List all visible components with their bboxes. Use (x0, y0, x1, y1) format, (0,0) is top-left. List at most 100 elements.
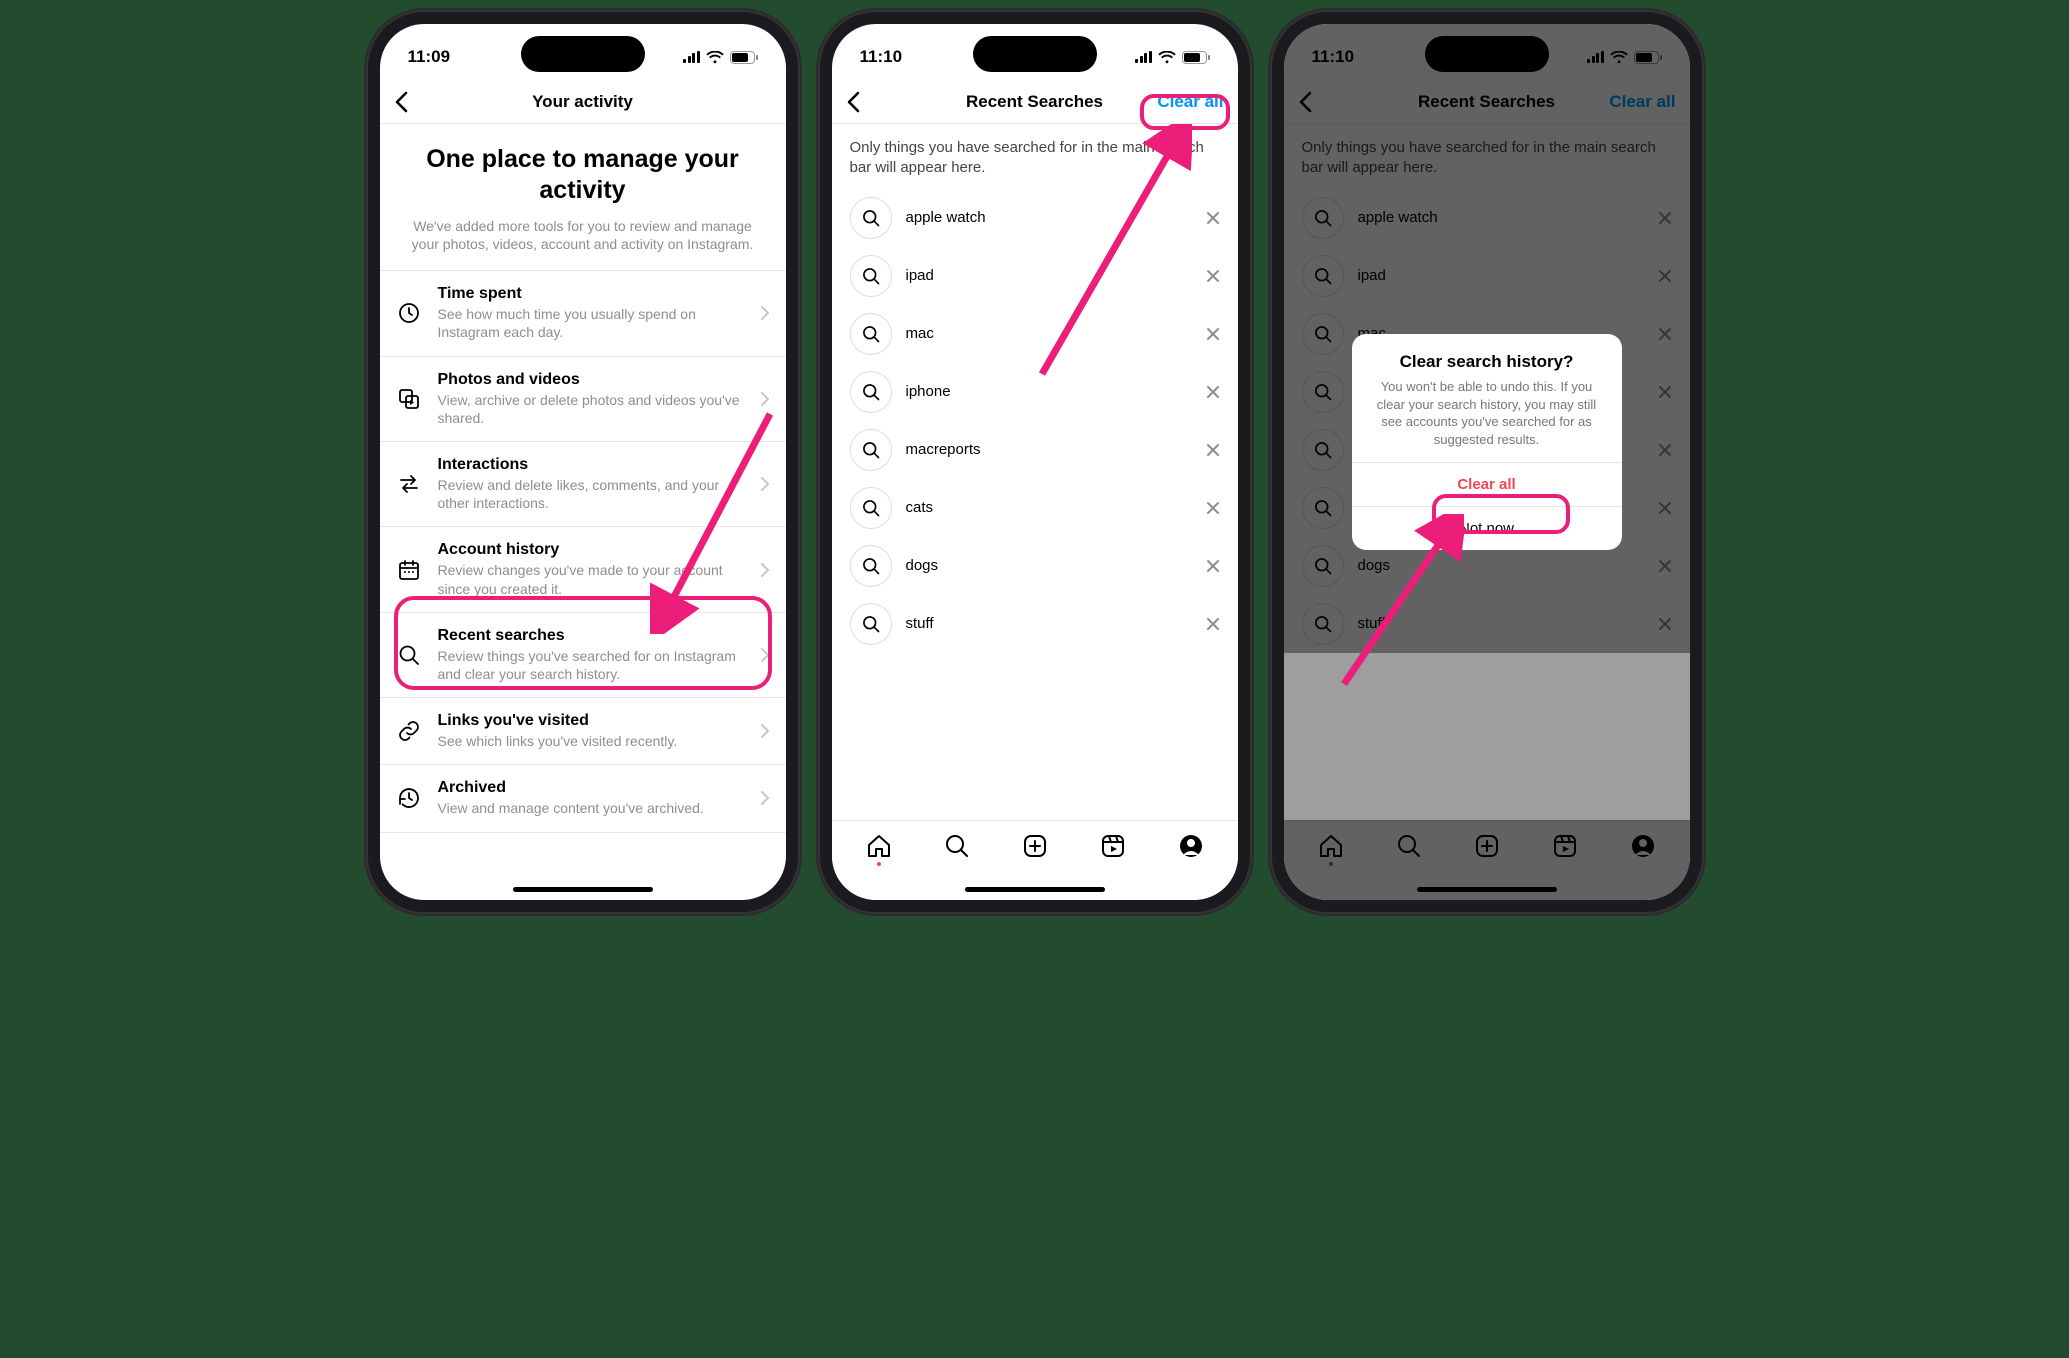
back-icon[interactable] (394, 91, 408, 113)
search-icon (850, 603, 892, 645)
searches-list: apple watch ipad mac iphone (832, 183, 1238, 653)
row-links-you-ve-visited[interactable]: Links you've visited See which links you… (380, 698, 786, 765)
clock: 11:10 (860, 47, 903, 67)
info-text: Only things you have searched for in the… (832, 124, 1238, 183)
reels-icon[interactable] (1100, 833, 1126, 859)
search-row[interactable]: mac (850, 305, 1220, 363)
row-archived[interactable]: Archived View and manage content you've … (380, 765, 786, 832)
dynamic-island (521, 36, 645, 72)
home-icon[interactable] (866, 833, 892, 859)
chevron-right-icon (760, 562, 770, 578)
search-term: mac (906, 325, 1192, 342)
row-account-history[interactable]: Account history Review changes you've ma… (380, 527, 786, 612)
phone-activity: 11:09 Your activity One place to manage … (368, 12, 798, 912)
row-subtitle: Review and delete likes, comments, and y… (438, 476, 744, 512)
profile-icon[interactable] (1178, 833, 1204, 859)
phone-clear-dialog: 11:10 Recent Searches Clear all Only thi… (1272, 12, 1702, 912)
search-icon[interactable] (944, 833, 970, 859)
header: Your activity (380, 80, 786, 124)
remove-icon[interactable] (1206, 269, 1220, 283)
cellular-icon (1135, 51, 1152, 63)
hero-title: One place to manage your activity (404, 144, 762, 207)
row-title: Account history (438, 541, 744, 559)
wifi-icon (1158, 51, 1176, 64)
row-photos-and-videos[interactable]: Photos and videos View, archive or delet… (380, 357, 786, 442)
media-icon (396, 387, 422, 411)
page-title: Your activity (532, 92, 633, 112)
row-recent-searches[interactable]: Recent searches Review things you've sea… (380, 613, 786, 698)
row-subtitle: Review things you've searched for on Ins… (438, 647, 744, 683)
remove-icon[interactable] (1206, 211, 1220, 225)
dialog-title: Clear search history? (1368, 352, 1606, 372)
header: Recent Searches Clear all (832, 80, 1238, 124)
search-term: macreports (906, 441, 1192, 458)
dynamic-island (1425, 36, 1549, 72)
search-term: apple watch (906, 209, 1192, 226)
dialog-clear-all-button[interactable]: Clear all (1352, 462, 1622, 506)
hero-subtitle: We've added more tools for you to review… (404, 217, 762, 255)
search-term: iphone (906, 383, 1192, 400)
row-title: Links you've visited (438, 712, 744, 730)
search-icon (396, 643, 422, 667)
row-interactions[interactable]: Interactions Review and delete likes, co… (380, 442, 786, 527)
home-indicator (965, 887, 1105, 892)
clock: 11:09 (408, 47, 451, 67)
search-row[interactable]: stuff (850, 595, 1220, 653)
row-subtitle: See how much time you usually spend on I… (438, 305, 744, 341)
chevron-right-icon (760, 476, 770, 492)
search-icon (850, 371, 892, 413)
battery-icon (1182, 51, 1210, 64)
chevron-right-icon (760, 647, 770, 663)
remove-icon[interactable] (1206, 617, 1220, 631)
chevron-right-icon (760, 723, 770, 739)
create-icon[interactable] (1022, 833, 1048, 859)
cellular-icon (683, 51, 700, 63)
row-title: Recent searches (438, 627, 744, 645)
remove-icon[interactable] (1206, 385, 1220, 399)
remove-icon[interactable] (1206, 443, 1220, 457)
wifi-icon (706, 51, 724, 64)
remove-icon[interactable] (1206, 327, 1220, 341)
row-title: Interactions (438, 456, 744, 474)
link-icon (396, 719, 422, 743)
battery-icon (730, 51, 758, 64)
search-row[interactable]: macreports (850, 421, 1220, 479)
chevron-right-icon (760, 305, 770, 321)
archive-icon (396, 786, 422, 810)
row-time-spent[interactable]: Time spent See how much time you usually… (380, 271, 786, 356)
search-row[interactable]: cats (850, 479, 1220, 537)
row-subtitle: Review changes you've made to your accou… (438, 561, 744, 597)
chevron-right-icon (760, 790, 770, 806)
remove-icon[interactable] (1206, 501, 1220, 515)
search-term: dogs (906, 557, 1192, 574)
search-icon (850, 255, 892, 297)
search-icon (850, 429, 892, 471)
search-icon (850, 197, 892, 239)
search-icon (850, 487, 892, 529)
back-icon[interactable] (846, 91, 860, 113)
chevron-right-icon (760, 391, 770, 407)
search-term: cats (906, 499, 1192, 516)
search-term: stuff (906, 615, 1192, 632)
search-icon (850, 545, 892, 587)
remove-icon[interactable] (1206, 559, 1220, 573)
search-row[interactable]: ipad (850, 247, 1220, 305)
row-title: Time spent (438, 285, 744, 303)
clear-all-button[interactable]: Clear all (1157, 92, 1223, 112)
search-row[interactable]: dogs (850, 537, 1220, 595)
dialog-not-now-button[interactable]: Not now (1352, 506, 1622, 550)
row-subtitle: See which links you've visited recently. (438, 732, 744, 750)
search-row[interactable]: iphone (850, 363, 1220, 421)
row-subtitle: View and manage content you've archived. (438, 799, 744, 817)
home-indicator (513, 887, 653, 892)
row-subtitle: View, archive or delete photos and video… (438, 391, 744, 427)
page-title: Recent Searches (966, 92, 1103, 112)
search-term: ipad (906, 267, 1192, 284)
activity-list: Time spent See how much time you usually… (380, 270, 786, 832)
arrows-icon (396, 472, 422, 496)
search-row[interactable]: apple watch (850, 189, 1220, 247)
confirm-dialog: Clear search history? You won't be able … (1352, 334, 1622, 550)
dialog-text: You won't be able to undo this. If you c… (1368, 378, 1606, 448)
clock-icon (396, 301, 422, 325)
dynamic-island (973, 36, 1097, 72)
